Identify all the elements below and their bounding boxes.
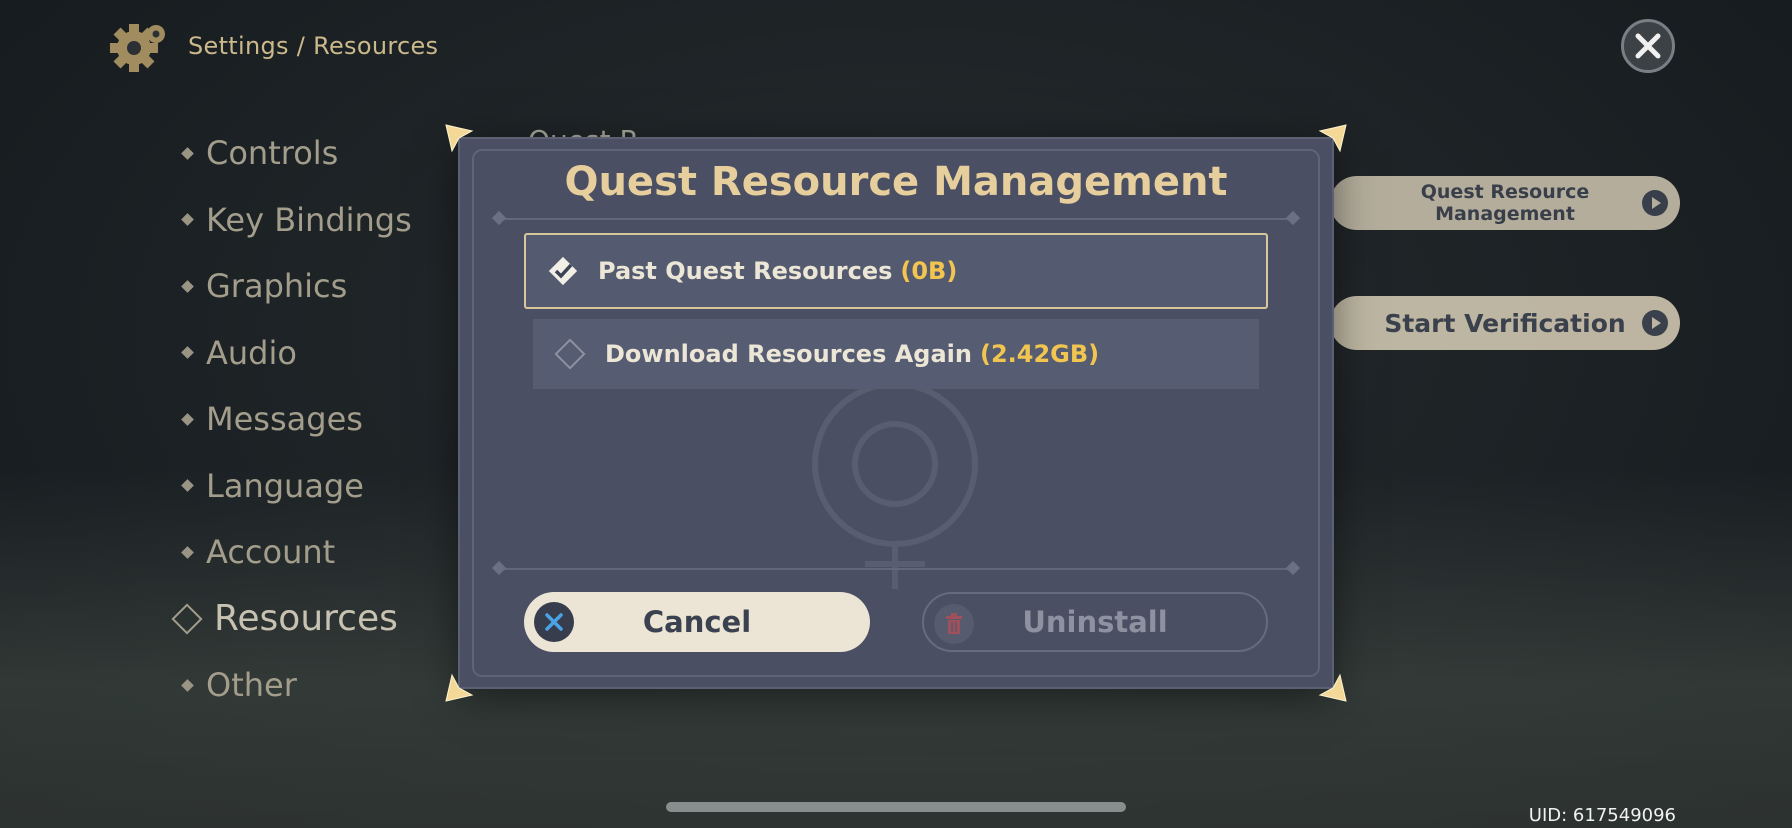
sidebar-item-graphics[interactable]: Graphics — [180, 253, 412, 320]
sidebar-item-language[interactable]: Language — [180, 453, 412, 520]
uninstall-label: Uninstall — [1022, 605, 1168, 639]
option-size: (2.42GB) — [979, 340, 1100, 368]
diamond-bullet-icon — [181, 279, 194, 293]
corner-ornament-icon — [444, 123, 474, 153]
sidebar-item-label: Other — [206, 666, 297, 705]
corner-ornament-icon — [1318, 123, 1348, 153]
sidebar-item-other[interactable]: Other — [180, 652, 412, 719]
button-label: Start Verification — [1384, 308, 1626, 338]
diamond-bullet-icon — [181, 412, 194, 426]
button-label: Quest Resource Management — [1420, 181, 1590, 225]
settings-sidebar: Controls Key Bindings Graphics Audio Mes… — [171, 120, 412, 719]
sidebar-item-label: Key Bindings — [206, 200, 412, 239]
arrow-right-icon — [1642, 190, 1668, 216]
home-indicator[interactable] — [666, 802, 1126, 812]
option-size: (0B) — [900, 257, 958, 285]
cancel-button[interactable]: Cancel — [524, 592, 870, 652]
sidebar-item-audio[interactable]: Audio — [180, 320, 412, 387]
sidebar-item-label: Audio — [206, 333, 297, 372]
trash-icon — [934, 604, 974, 644]
option-download-resources-again[interactable]: Download Resources Again (2.42GB) — [533, 319, 1259, 389]
sidebar-item-label: Resources — [214, 598, 398, 640]
sidebar-item-messages[interactable]: Messages — [180, 386, 412, 453]
sidebar-item-key-bindings[interactable]: Key Bindings — [180, 187, 412, 254]
option-label: Past Quest Resources — [598, 257, 893, 285]
cancel-x-icon — [534, 602, 574, 642]
sidebar-item-label: Account — [206, 533, 336, 572]
sidebar-item-controls[interactable]: Controls — [180, 120, 412, 187]
option-label: Download Resources Again — [605, 340, 972, 368]
diamond-bullet-icon — [181, 213, 194, 227]
diamond-bullet-icon — [181, 346, 194, 360]
sidebar-item-label: Graphics — [206, 267, 348, 306]
quest-resource-management-button[interactable]: Quest Resource Management — [1330, 176, 1680, 230]
dialog-title: Quest Resource Management — [564, 159, 1228, 205]
breadcrumb: Settings / Resources — [188, 32, 439, 60]
sidebar-item-label: Controls — [206, 134, 339, 173]
close-button[interactable] — [1621, 19, 1675, 73]
bottom-divider — [498, 568, 1294, 570]
arrow-right-icon — [1642, 310, 1668, 336]
sidebar-item-account[interactable]: Account — [180, 519, 412, 586]
corner-ornament-icon — [1318, 673, 1348, 703]
emblem-watermark-icon — [812, 381, 978, 589]
checked-checkbox-icon — [546, 254, 580, 288]
sidebar-item-label: Language — [206, 466, 364, 505]
unchecked-checkbox-icon — [553, 337, 587, 371]
sidebar-item-resources[interactable]: Resources — [171, 586, 412, 653]
diamond-bullet-icon — [181, 545, 194, 559]
top-divider — [498, 218, 1294, 220]
option-past-quest-resources[interactable]: Past Quest Resources (0B) — [524, 233, 1268, 309]
cancel-label: Cancel — [642, 605, 752, 639]
gear-icon — [108, 18, 170, 74]
diamond-bullet-icon — [181, 678, 194, 692]
sidebar-item-label: Messages — [206, 400, 363, 439]
uid-label: UID: 617549096 — [1528, 805, 1676, 826]
corner-ornament-icon — [444, 673, 474, 703]
quest-resource-management-dialog: Quest Resource Management Past Quest Res… — [445, 124, 1347, 702]
diamond-bullet-icon — [181, 146, 194, 160]
close-icon — [1635, 33, 1661, 59]
header: Settings / Resources — [108, 18, 438, 74]
diamond-bullet-icon — [181, 479, 194, 493]
uninstall-button[interactable]: Uninstall — [922, 592, 1268, 652]
start-verification-button[interactable]: Start Verification — [1330, 296, 1680, 350]
